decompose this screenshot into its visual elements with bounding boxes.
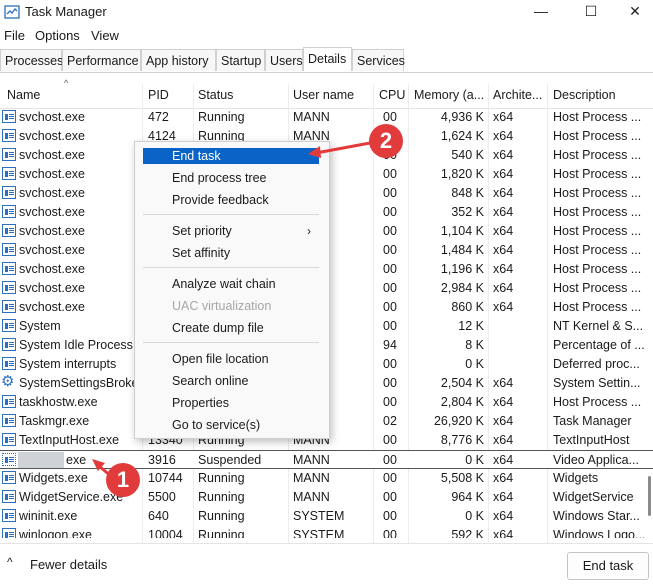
arrowhead-icon [308,146,321,158]
chevron-up-icon[interactable]: ^ [7,555,13,569]
arrow-to-end-task [315,141,371,155]
end-task-button[interactable]: End task [567,552,649,580]
step-badge-1: 1 [106,463,140,497]
fewer-details-link[interactable]: Fewer details [30,557,107,572]
annotation-arrows [92,141,371,480]
footer-bar: ^ Fewer details End task [0,543,653,584]
scrollbar-thumb[interactable] [648,476,651,516]
step-badge-2: 2 [369,124,403,158]
